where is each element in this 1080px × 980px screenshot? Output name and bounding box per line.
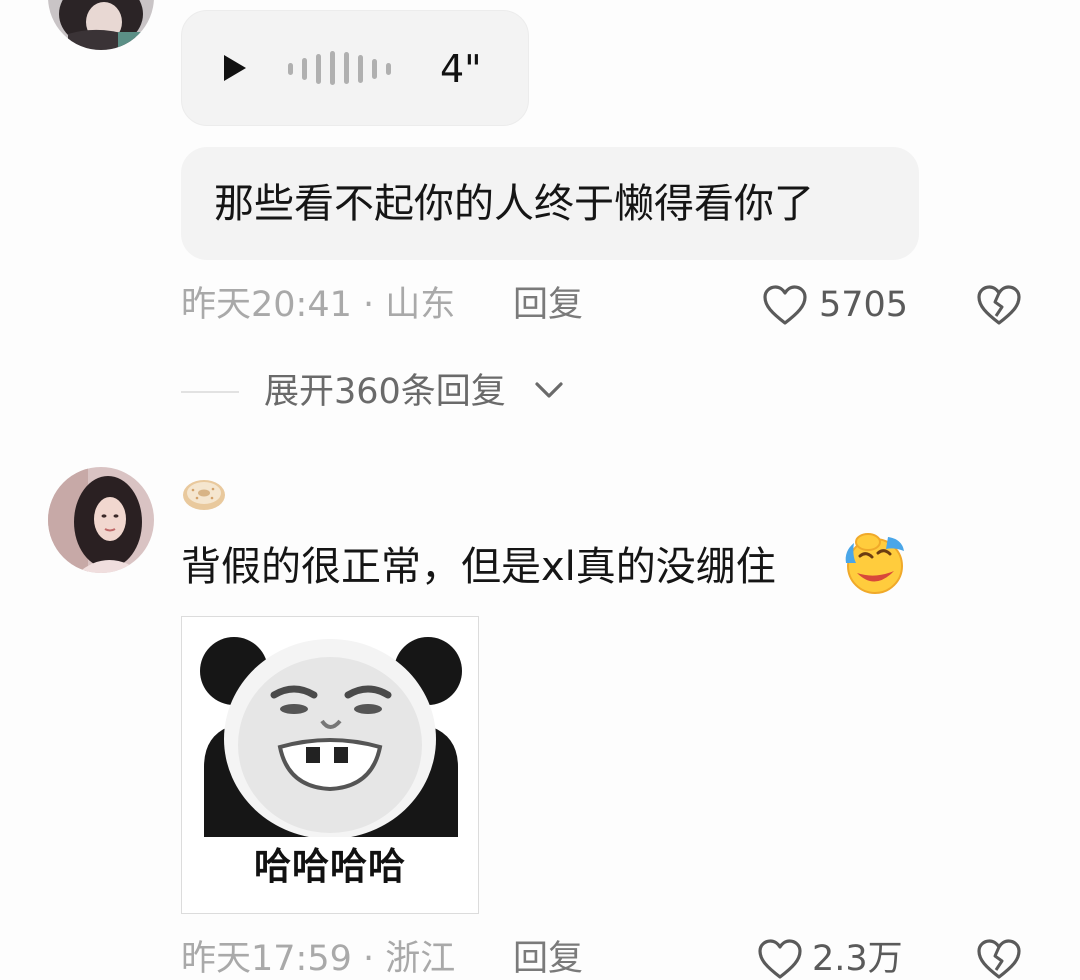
heart-icon[interactable] — [757, 938, 803, 980]
comment-text-bubble[interactable]: 那些看不起你的人终于懒得看你了 — [181, 147, 919, 260]
play-icon[interactable] — [222, 53, 248, 83]
meme-sticker-image[interactable]: 哈哈哈哈 — [181, 616, 479, 914]
voice-message[interactable]: 4" — [181, 10, 529, 126]
waveform-icon — [288, 51, 391, 85]
reply-button[interactable]: 回复 — [513, 938, 583, 980]
chevron-down-icon[interactable] — [534, 380, 564, 400]
broken-heart-icon[interactable] — [976, 938, 1022, 980]
reply-button[interactable]: 回复 — [513, 284, 583, 326]
like-count: 5705 — [819, 285, 909, 325]
comment-time-location: 昨天17:59 · 浙江 — [181, 939, 456, 979]
comment-text[interactable]: 背假的很正常，但是xl真的没绷住 — [181, 540, 776, 594]
voice-duration: 4" — [440, 47, 482, 91]
like-count: 2.3万 — [812, 939, 903, 979]
broken-heart-icon[interactable] — [976, 284, 1022, 326]
avatar[interactable] — [48, 467, 154, 573]
heart-icon[interactable] — [762, 284, 808, 326]
comment-text: 那些看不起你的人终于懒得看你了 — [214, 181, 814, 227]
expand-replies-button[interactable]: 展开360条回复 — [264, 371, 506, 413]
comment-time-location: 昨天20:41 · 山东 — [181, 285, 456, 325]
sticker-caption: 哈哈哈哈 — [254, 845, 406, 888]
comment-list: 4" 那些看不起你的人终于懒得看你了 昨天20:41 · 山东 回复 5705 … — [0, 0, 1080, 980]
divider — [181, 391, 239, 393]
panda-meme-icon — [182, 617, 478, 837]
avatar[interactable] — [48, 0, 154, 50]
rolling-laughing-emoji-icon — [845, 533, 904, 594]
donut-badge-icon — [183, 480, 225, 510]
